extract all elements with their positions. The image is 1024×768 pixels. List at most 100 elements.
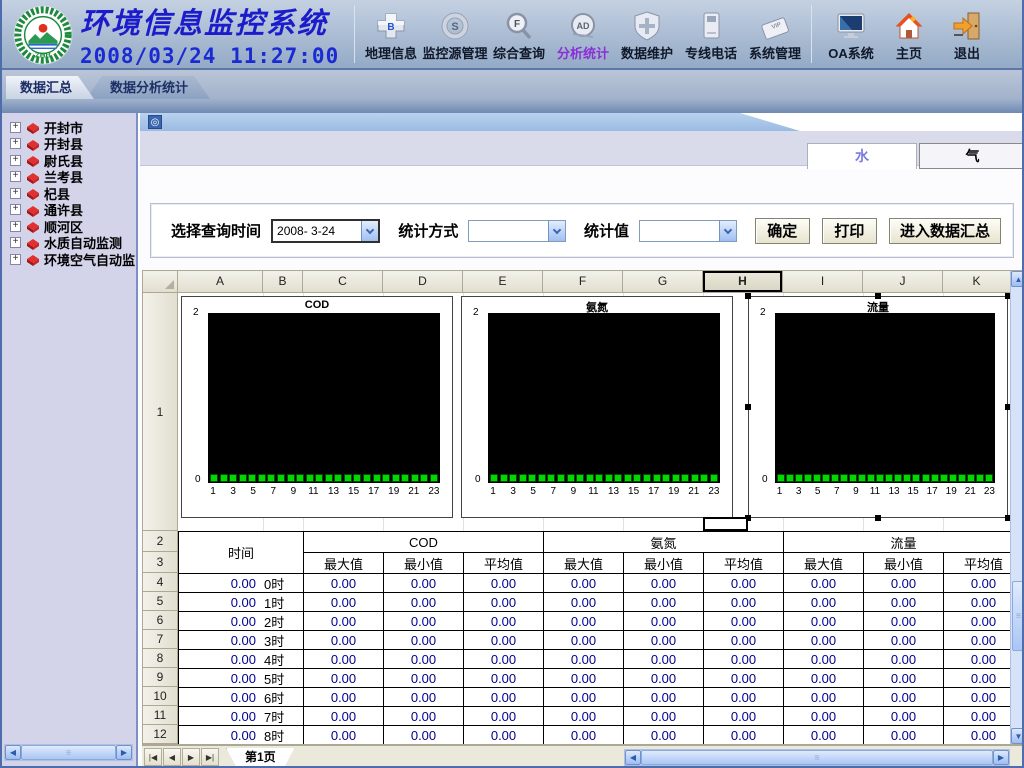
value-cell[interactable]: 0.00 <box>704 726 784 744</box>
tree-item-4[interactable]: +杞县 <box>10 185 138 202</box>
time-cell[interactable]: 0.004时 <box>179 650 304 669</box>
value-cell[interactable]: 0.00 <box>464 574 544 593</box>
tab-air[interactable]: 气 <box>919 143 1024 169</box>
value-cell[interactable]: 0.00 <box>384 612 464 631</box>
chart-panel-0[interactable]: COD 2 0 1357911131517192123 <box>181 296 453 518</box>
tree-item-1[interactable]: +开封县 <box>10 136 138 153</box>
time-header-cell[interactable]: 时间 <box>179 532 304 574</box>
expand-plus-icon[interactable]: + <box>10 122 21 133</box>
value-cell[interactable]: 0.00 <box>944 688 1010 707</box>
column-header-C[interactable]: C <box>303 271 383 293</box>
row-header-1[interactable]: 1 <box>143 293 178 531</box>
nav-item-6[interactable]: VIP系统管理 <box>743 6 807 62</box>
row-header-11[interactable]: 11 <box>143 706 178 725</box>
sys-item-0[interactable]: OA系统 <box>822 6 880 62</box>
column-header-J[interactable]: J <box>863 271 943 293</box>
value-cell[interactable]: 0.00 <box>704 688 784 707</box>
value-cell[interactable]: 0.00 <box>624 612 704 631</box>
value-cell[interactable]: 0.00 <box>304 574 384 593</box>
group-header-0[interactable]: COD <box>304 532 544 553</box>
value-cell[interactable]: 0.00 <box>864 593 944 612</box>
column-header-E[interactable]: E <box>463 271 543 293</box>
selection-handle[interactable] <box>745 404 751 410</box>
column-header-G[interactable]: G <box>623 271 703 293</box>
row-header-9[interactable]: 9 <box>143 668 178 687</box>
value-cell[interactable]: 0.00 <box>544 707 624 726</box>
expand-plus-icon[interactable]: + <box>10 221 21 232</box>
value-cell[interactable]: 0.00 <box>704 574 784 593</box>
time-cell[interactable]: 0.001时 <box>179 593 304 612</box>
value-cell[interactable]: 0.00 <box>304 707 384 726</box>
column-header-H[interactable]: H <box>703 271 783 293</box>
sub-header[interactable]: 最小值 <box>624 553 704 574</box>
value-cell[interactable]: 0.00 <box>304 650 384 669</box>
tab-water[interactable]: 水 <box>807 143 917 169</box>
value-cell[interactable]: 0.00 <box>544 726 624 744</box>
value-cell[interactable]: 0.00 <box>624 650 704 669</box>
nav-item-3[interactable]: AD分析统计 <box>551 6 615 62</box>
tab-data-summary[interactable]: 数据汇总 <box>6 76 94 99</box>
value-cell[interactable]: 0.00 <box>704 612 784 631</box>
selection-handle[interactable] <box>875 293 881 299</box>
time-cell[interactable]: 0.006时 <box>179 688 304 707</box>
stat-value-select[interactable] <box>639 220 737 242</box>
group-header-2[interactable]: 流量 <box>784 532 1010 553</box>
row-header-3[interactable]: 3 <box>143 552 178 573</box>
scroll-up-icon[interactable]: ▲ <box>1011 271 1024 287</box>
value-cell[interactable]: 0.00 <box>784 688 864 707</box>
sheet-last-icon[interactable]: ▶| <box>201 748 219 766</box>
value-cell[interactable]: 0.00 <box>624 631 704 650</box>
value-cell[interactable]: 0.00 <box>624 593 704 612</box>
tree-item-7[interactable]: +水质自动监测 <box>10 235 138 252</box>
grid-corner-cell[interactable] <box>143 271 178 293</box>
time-cell[interactable]: 0.007时 <box>179 707 304 726</box>
value-cell[interactable]: 0.00 <box>304 669 384 688</box>
scroll-thumb[interactable] <box>641 750 993 765</box>
column-header-F[interactable]: F <box>543 271 623 293</box>
value-cell[interactable]: 0.00 <box>464 612 544 631</box>
value-cell[interactable]: 0.00 <box>784 650 864 669</box>
tree-item-3[interactable]: +兰考县 <box>10 169 138 186</box>
row-header-10[interactable]: 10 <box>143 687 178 706</box>
sub-header[interactable]: 最小值 <box>384 553 464 574</box>
scroll-thumb[interactable] <box>21 745 116 760</box>
value-cell[interactable]: 0.00 <box>464 726 544 744</box>
expand-plus-icon[interactable]: + <box>10 254 21 265</box>
scroll-left-icon[interactable]: ◀ <box>625 750 641 765</box>
value-cell[interactable]: 0.00 <box>704 593 784 612</box>
value-cell[interactable]: 0.00 <box>304 612 384 631</box>
value-cell[interactable]: 0.00 <box>304 726 384 744</box>
scroll-right-icon[interactable]: ▶ <box>116 745 132 760</box>
value-cell[interactable]: 0.00 <box>944 726 1010 744</box>
value-cell[interactable]: 0.00 <box>624 707 704 726</box>
chart-panel-1[interactable]: 氨氮 2 0 1357911131517192123 <box>461 296 733 518</box>
sheet-first-icon[interactable]: |◀ <box>144 748 162 766</box>
row-header-12[interactable]: 12 <box>143 725 178 744</box>
value-cell[interactable]: 0.00 <box>944 669 1010 688</box>
chevron-down-icon[interactable] <box>361 221 378 241</box>
selection-handle[interactable] <box>875 515 881 521</box>
value-cell[interactable]: 0.00 <box>384 688 464 707</box>
value-cell[interactable]: 0.00 <box>384 707 464 726</box>
value-cell[interactable]: 0.00 <box>384 726 464 744</box>
row-header-4[interactable]: 4 <box>143 573 178 592</box>
nav-item-1[interactable]: S监控源管理 <box>423 6 487 62</box>
sheet-next-icon[interactable]: ▶ <box>182 748 200 766</box>
expand-plus-icon[interactable]: + <box>10 171 21 182</box>
sheet-tab-page1[interactable]: 第1页 <box>226 748 295 767</box>
value-cell[interactable]: 0.00 <box>864 688 944 707</box>
value-cell[interactable]: 0.00 <box>304 631 384 650</box>
value-cell[interactable]: 0.00 <box>384 574 464 593</box>
value-cell[interactable]: 0.00 <box>944 650 1010 669</box>
value-cell[interactable]: 0.00 <box>864 707 944 726</box>
chart-panel-2[interactable]: 流量 2 0 1357911131517192123 <box>748 296 1008 518</box>
column-header-D[interactable]: D <box>383 271 463 293</box>
nav-item-0[interactable]: B地理信息 <box>359 6 423 62</box>
time-cell[interactable]: 0.000时 <box>179 574 304 593</box>
value-cell[interactable]: 0.00 <box>624 688 704 707</box>
selection-handle[interactable] <box>745 293 751 299</box>
sys-item-1[interactable]: 主页 <box>880 6 938 62</box>
sheet-prev-icon[interactable]: ◀ <box>163 748 181 766</box>
sidebar-hscrollbar[interactable]: ◀ ▶ <box>4 744 133 761</box>
time-cell[interactable]: 0.005时 <box>179 669 304 688</box>
